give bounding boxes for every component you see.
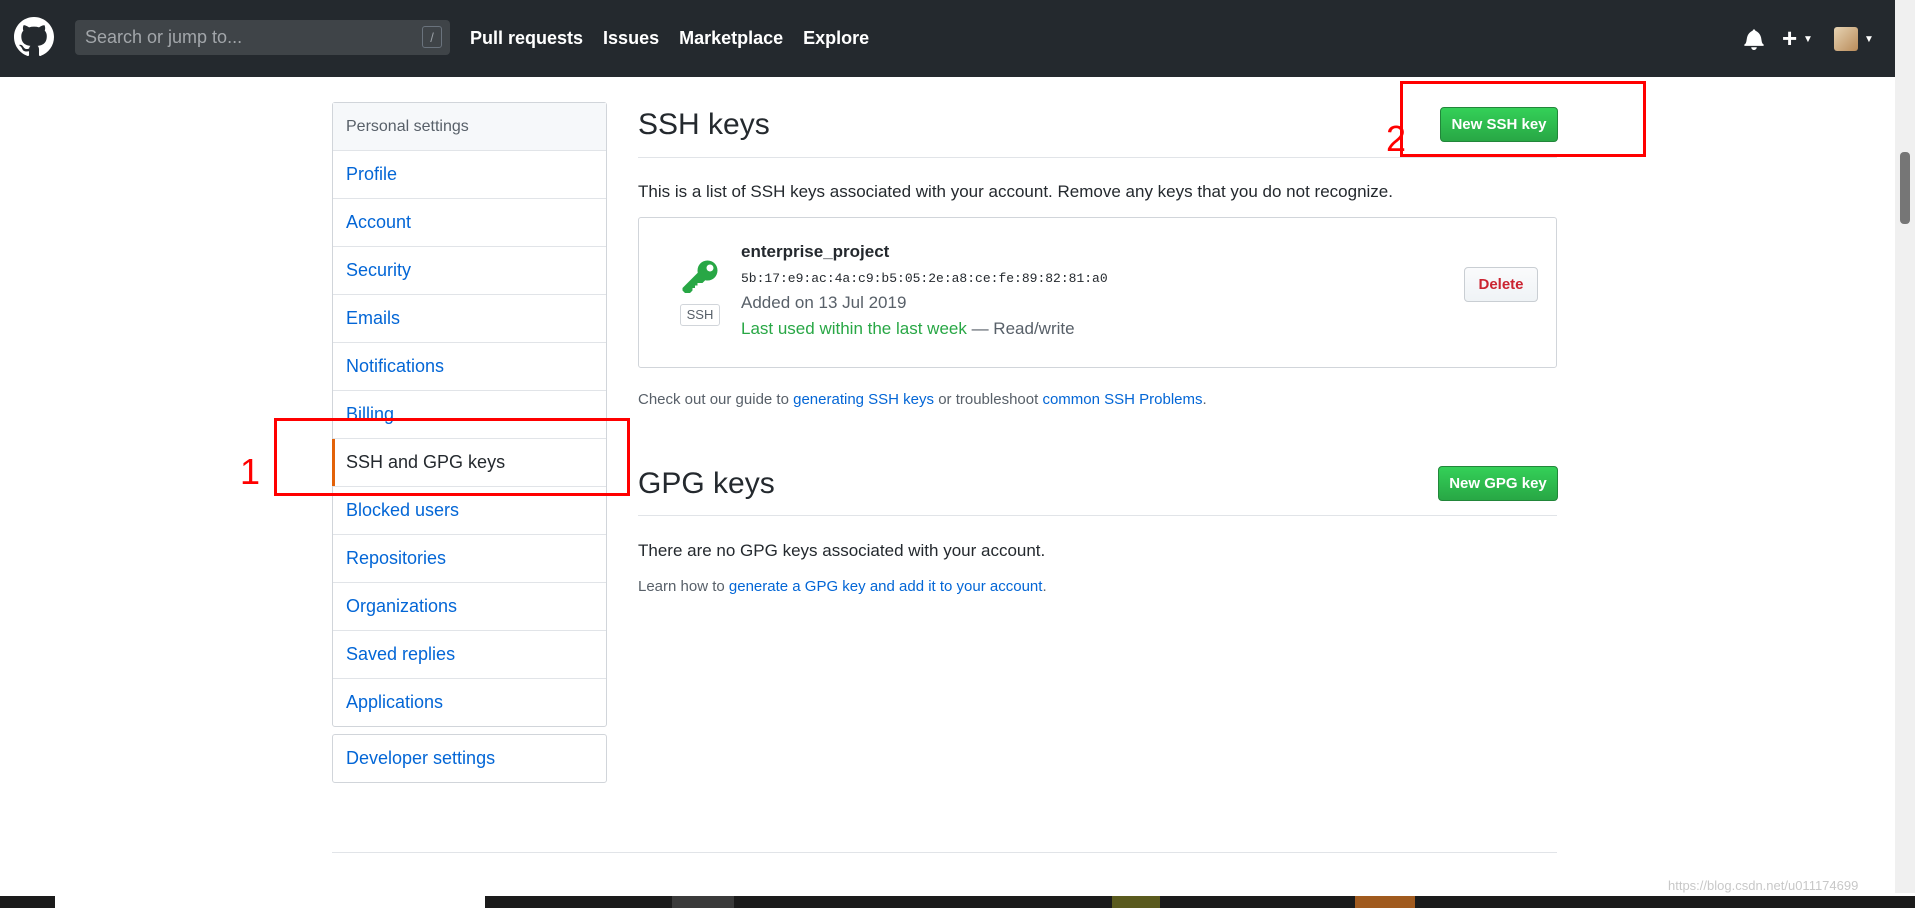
ssh-keys-heading: SSH keys (638, 108, 770, 141)
common-ssh-problems-link[interactable]: common SSH Problems (1042, 391, 1202, 408)
gpg-keys-heading: GPG keys (638, 467, 775, 500)
sidebar-item-emails[interactable]: Emails (333, 295, 606, 343)
ssh-key-added-date: Added on 13 Jul 2019 (741, 293, 907, 312)
ssh-key-fingerprint: 5b:17:e9:ac:4a:c9:b5:05:2e:a8:ce:fe:89:8… (741, 271, 1108, 286)
key-icon (682, 260, 718, 293)
search-box[interactable]: / (75, 20, 450, 55)
annotation-box-2 (1400, 81, 1646, 157)
section-divider (638, 515, 1557, 516)
os-taskbar (0, 896, 1915, 908)
github-logo-icon[interactable] (14, 17, 54, 57)
taskbar-app[interactable] (672, 896, 734, 908)
annotation-number-1: 1 (240, 451, 261, 492)
ssh-key-usage: Last used within the last week — Read/wr… (741, 319, 1075, 339)
generating-ssh-keys-link[interactable]: generating SSH keys (793, 391, 934, 408)
chevron-down-icon[interactable]: ▼ (1864, 34, 1874, 45)
nav-issues[interactable]: Issues (603, 28, 659, 49)
notification-bell-icon[interactable] (1744, 28, 1764, 50)
ssh-guide-note: Check out our guide to generating SSH ke… (638, 391, 1207, 408)
annotation-box-1 (274, 418, 630, 496)
sidebar-item-applications[interactable]: Applications (333, 679, 606, 726)
taskbar-app[interactable] (1355, 896, 1415, 908)
sidebar-item-notifications[interactable]: Notifications (333, 343, 606, 391)
sidebar-item-account[interactable]: Account (333, 199, 606, 247)
search-shortcut-hint: / (422, 26, 442, 48)
sidebar-item-profile[interactable]: Profile (333, 151, 606, 199)
sidebar-heading: Personal settings (333, 103, 606, 151)
sidebar-item-organizations[interactable]: Organizations (333, 583, 606, 631)
generate-gpg-key-link[interactable]: generate a GPG key and add it to your ac… (729, 578, 1043, 595)
section-divider (638, 157, 1557, 158)
search-input[interactable] (75, 20, 405, 55)
guide-suffix: . (1202, 391, 1207, 408)
scrollbar-thumb[interactable] (1900, 152, 1910, 224)
main-nav: Pull requests Issues Marketplace Explore (470, 0, 889, 77)
new-gpg-key-button[interactable]: New GPG key (1438, 466, 1558, 501)
delete-ssh-key-button[interactable]: Delete (1464, 267, 1538, 302)
ssh-type-badge: SSH (680, 304, 720, 326)
gpg-empty-message: There are no GPG keys associated with yo… (638, 541, 1046, 560)
page-scrollbar[interactable] (1895, 0, 1915, 893)
nav-pull-requests[interactable]: Pull requests (470, 28, 583, 49)
ssh-key-last-used: Last used within the last week (741, 319, 967, 338)
taskbar-search-field[interactable] (55, 896, 485, 908)
taskbar-app[interactable] (1112, 896, 1160, 908)
sidebar-item-security[interactable]: Security (333, 247, 606, 295)
ssh-key-access: — Read/write (966, 319, 1075, 338)
chevron-down-icon[interactable]: ▼ (1803, 34, 1813, 45)
learn-prefix: Learn how to (638, 578, 729, 595)
footer-divider (332, 852, 1557, 853)
top-header: / Pull requests Issues Marketplace Explo… (0, 0, 1895, 77)
ssh-key-title: enterprise_project (741, 242, 890, 261)
avatar[interactable] (1834, 27, 1858, 51)
guide-prefix: Check out our guide to (638, 391, 794, 408)
sidebar-item-saved-replies[interactable]: Saved replies (333, 631, 606, 679)
sidebar-item-repositories[interactable]: Repositories (333, 535, 606, 583)
watermark-text: https://blog.csdn.net/u011174699 (1668, 878, 1859, 893)
create-new-plus-icon[interactable]: + (1782, 24, 1797, 52)
gpg-learn-note: Learn how to generate a GPG key and add … (638, 578, 1047, 595)
settings-sidebar: Personal settings Profile Account Securi… (332, 102, 607, 727)
guide-middle: or troubleshoot (934, 391, 1043, 408)
sidebar-item-developer-settings[interactable]: Developer settings (333, 735, 606, 782)
annotation-number-2: 2 (1386, 118, 1407, 159)
ssh-keys-description: This is a list of SSH keys associated wi… (638, 182, 1393, 201)
nav-marketplace[interactable]: Marketplace (679, 28, 783, 49)
learn-suffix: . (1042, 578, 1047, 595)
nav-explore[interactable]: Explore (803, 28, 869, 49)
developer-settings-box: Developer settings (332, 734, 607, 783)
